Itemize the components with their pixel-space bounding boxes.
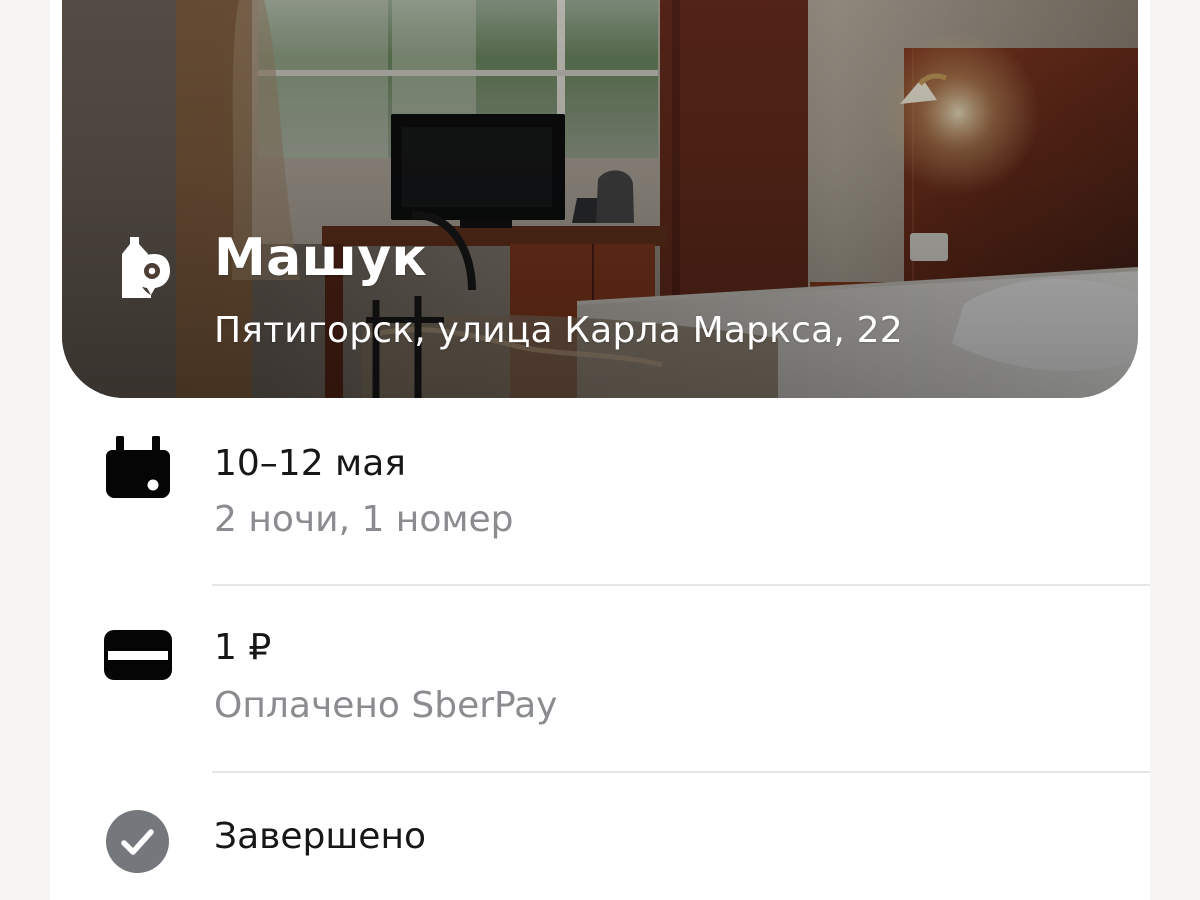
booking-status: Завершено	[214, 816, 427, 857]
hotel-name: Машук	[214, 228, 428, 288]
payment-card-icon	[104, 630, 172, 680]
hotel-address[interactable]: Пятигорск, улица Карла Маркса, 22	[214, 307, 903, 355]
payment-method: Оплачено SberPay	[214, 685, 558, 726]
hotel-location-icon	[122, 237, 170, 298]
divider	[212, 584, 1150, 586]
stay-dates-row: 10–12 мая 2 ночи, 1 номер	[62, 408, 1150, 540]
payment-amount: 1 ₽	[214, 627, 272, 668]
divider	[212, 771, 1150, 773]
booking-details-screen: Машук Пятигорск, улица Карла Маркса, 22 …	[0, 0, 1200, 900]
stay-dates: 10–12 мая	[214, 443, 406, 484]
payment-row: 1 ₽ Оплачено SberPay	[62, 596, 1150, 726]
stay-details: 2 ночи, 1 номер	[214, 499, 514, 540]
calendar-icon	[106, 436, 170, 498]
booking-status-row: Завершено	[62, 784, 1150, 900]
check-circle-icon	[106, 810, 169, 873]
